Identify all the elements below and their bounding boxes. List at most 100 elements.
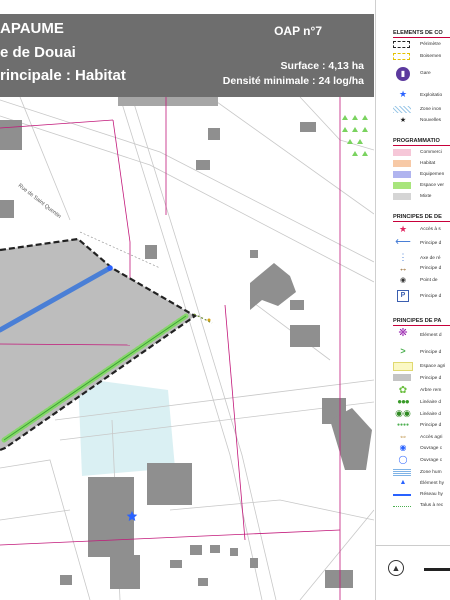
legend-label: Mixte — [420, 194, 432, 199]
blue-dash-icon: ⋮ — [398, 252, 408, 262]
compass-icon: ▲ — [388, 560, 404, 576]
building — [145, 245, 157, 259]
swatch-espace-vert — [393, 182, 411, 189]
legend-label: Ouvrage c — [420, 458, 443, 463]
legend-rule — [393, 37, 450, 38]
building — [60, 575, 72, 585]
oap-number: OAP n°7 — [274, 24, 322, 38]
legend-label: Elément d — [420, 333, 442, 338]
legend-label: Commerci — [420, 150, 442, 155]
dotted-line-icon — [393, 506, 411, 507]
tree-pair-icon: ◉◉ — [395, 408, 411, 418]
blue-circle-icon: ◉ — [399, 443, 407, 452]
scale-bar-icon — [424, 568, 450, 571]
legend-label: Principe d — [420, 423, 442, 428]
swatch-habitat — [393, 160, 411, 167]
legend-label: Élément hy — [420, 481, 444, 486]
tree-row-icon: ●●● — [397, 397, 410, 406]
double-arrow-icon: ↔ — [398, 263, 408, 273]
access-point — [207, 318, 211, 322]
legend-label: Boisemen — [420, 54, 442, 59]
building — [198, 578, 208, 586]
legend-label: Exploitatio — [420, 93, 443, 98]
legend-label: Axe de ré — [420, 256, 441, 261]
swatch-equipement — [393, 171, 411, 178]
title-line-3: rincipale : Habitat — [0, 67, 126, 84]
legend-heading-context: ELEMENTS DE CO — [393, 30, 443, 36]
swatch-commerce — [393, 149, 411, 156]
legend-label: Principe d — [420, 376, 442, 381]
legend-heading-paysage: PRINCIPES DE PA — [393, 318, 442, 324]
legend-label: Equipemen — [420, 172, 445, 177]
building — [208, 128, 220, 140]
building — [210, 545, 220, 553]
title-line-2: e de Douai — [0, 44, 76, 61]
map-legend: ELEMENTS DE CO Périmètre Boisemen ▮ Gare… — [375, 0, 450, 600]
star-icon: ★ — [398, 89, 408, 99]
small-star-icon: ★ — [399, 117, 407, 124]
tree-icon: ✿ — [398, 385, 408, 396]
wetland-icon — [393, 469, 411, 476]
building — [300, 122, 316, 132]
legend-label: Point de — [420, 278, 438, 283]
legend-label: Ouvrage c — [420, 446, 443, 451]
building — [170, 560, 182, 568]
legend-label: Principe d — [420, 241, 442, 246]
light-blue-zone — [78, 378, 175, 476]
building — [325, 570, 353, 588]
building — [110, 555, 140, 589]
dot-line-icon: ●●●● — [396, 422, 410, 428]
building — [88, 477, 134, 557]
legend-rule — [393, 145, 450, 146]
legend-label: Linéaire d — [420, 412, 442, 417]
brown-double-arrow-icon: ⇔ — [398, 431, 408, 441]
building — [290, 300, 304, 310]
legend-label: Principe d — [420, 294, 442, 299]
dashed-rect-icon — [393, 41, 410, 48]
asterisk-icon: ❋ — [398, 327, 408, 339]
legend-rule — [393, 325, 450, 326]
legend-label: Talus à rec — [420, 503, 444, 508]
parking-icon: P — [397, 290, 409, 302]
title-line-1: APAUME — [0, 20, 64, 37]
legend-heading-programmation: PROGRAMMATIO — [393, 138, 440, 144]
legend-label: Zone hum — [420, 470, 442, 475]
legend-label: Périmètre — [420, 42, 441, 47]
building — [0, 200, 14, 218]
legend-heading-desserte: PRINCIPES DE DE — [393, 214, 442, 220]
building — [250, 250, 258, 258]
legend-label: Principe d — [420, 350, 442, 355]
legend-label: Réseau hy — [420, 492, 443, 497]
hatch-icon — [393, 106, 411, 113]
oap-map-page: Rue de Saint Quentin APAUME e de Douai r… — [0, 0, 450, 600]
legend-label: Linéaire d — [420, 400, 442, 405]
legend-label: Habitat — [420, 161, 436, 166]
legend-rule — [393, 221, 450, 222]
building — [0, 120, 22, 150]
building — [147, 463, 192, 505]
surface-label: Surface : 4,13 ha — [280, 60, 364, 72]
density-label: Densité minimale : 24 log/ha — [222, 75, 364, 87]
yellow-dashed-rect-icon — [393, 53, 410, 60]
grey-square-icon — [393, 374, 411, 381]
legend-label: Espace ver — [420, 183, 444, 188]
legend-label: Accès à s — [420, 227, 441, 232]
legend-label: Gare — [420, 71, 431, 76]
legend-footer-rule — [376, 545, 450, 546]
blue-arrow-icon: ⟵ — [395, 236, 411, 248]
building — [250, 558, 258, 568]
train-icon: ▮ — [396, 67, 410, 81]
light-yellow-icon — [393, 362, 413, 371]
access-point — [107, 265, 113, 271]
pink-star-icon: ★ — [398, 224, 408, 234]
swatch-mixte — [393, 193, 411, 200]
map-header: APAUME e de Douai rincipale : Habitat OA… — [0, 14, 374, 97]
building — [118, 96, 218, 106]
blue-circle-outline-icon: ◯ — [398, 455, 408, 464]
building — [290, 325, 320, 347]
building — [190, 545, 202, 555]
legend-label: Arbre rem — [420, 388, 442, 393]
point-icon: ◉ — [399, 277, 407, 284]
legend-label: Zone inon — [420, 107, 442, 112]
triangle-icon: ▲ — [399, 479, 407, 486]
